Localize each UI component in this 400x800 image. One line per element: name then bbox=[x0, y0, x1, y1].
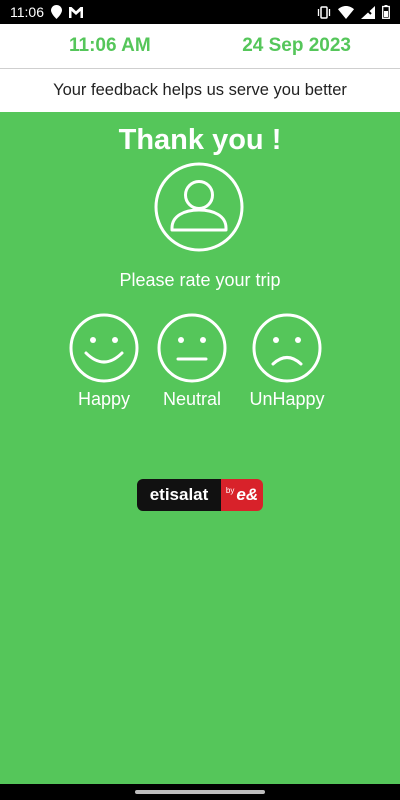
home-gesture-handle[interactable] bbox=[135, 790, 265, 794]
happy-face-icon[interactable] bbox=[69, 313, 139, 383]
battery-icon bbox=[382, 5, 390, 19]
rate-trip-prompt: Please rate your trip bbox=[119, 270, 281, 290]
unhappy-label[interactable]: UnHappy bbox=[232, 389, 342, 410]
logo-e-and-mark: by e& bbox=[221, 479, 263, 511]
location-pin-icon bbox=[51, 5, 62, 19]
time-date-header: 11:06 AM 24 Sep 2023 bbox=[0, 24, 400, 68]
user-icon bbox=[154, 162, 244, 252]
thank-you-title: Thank you ! bbox=[118, 124, 282, 156]
feedback-banner-text: Your feedback helps us serve you better bbox=[53, 81, 347, 99]
logo-by: by bbox=[225, 485, 235, 495]
status-bar: 11:06 bbox=[0, 0, 400, 24]
neutral-face-icon[interactable] bbox=[157, 313, 227, 383]
neutral-label[interactable]: Neutral bbox=[137, 389, 247, 410]
gmail-icon bbox=[69, 6, 83, 18]
etisalat-logo: etisalat by e& bbox=[137, 479, 263, 511]
signal-no-data-icon bbox=[361, 5, 375, 19]
header-date: 24 Sep 2023 bbox=[242, 35, 351, 56]
status-bar-right bbox=[317, 5, 390, 19]
vibrate-icon bbox=[317, 5, 331, 19]
logo-e-and: e& bbox=[236, 485, 259, 504]
logo-wordmark: etisalat bbox=[137, 479, 221, 511]
unhappy-face-icon[interactable] bbox=[252, 313, 322, 383]
feedback-banner: Your feedback helps us serve you better bbox=[0, 68, 400, 112]
status-time: 11:06 bbox=[10, 4, 44, 20]
wifi-icon bbox=[338, 5, 354, 19]
status-bar-left: 11:06 bbox=[10, 4, 83, 20]
header-time: 11:06 AM bbox=[69, 35, 151, 56]
